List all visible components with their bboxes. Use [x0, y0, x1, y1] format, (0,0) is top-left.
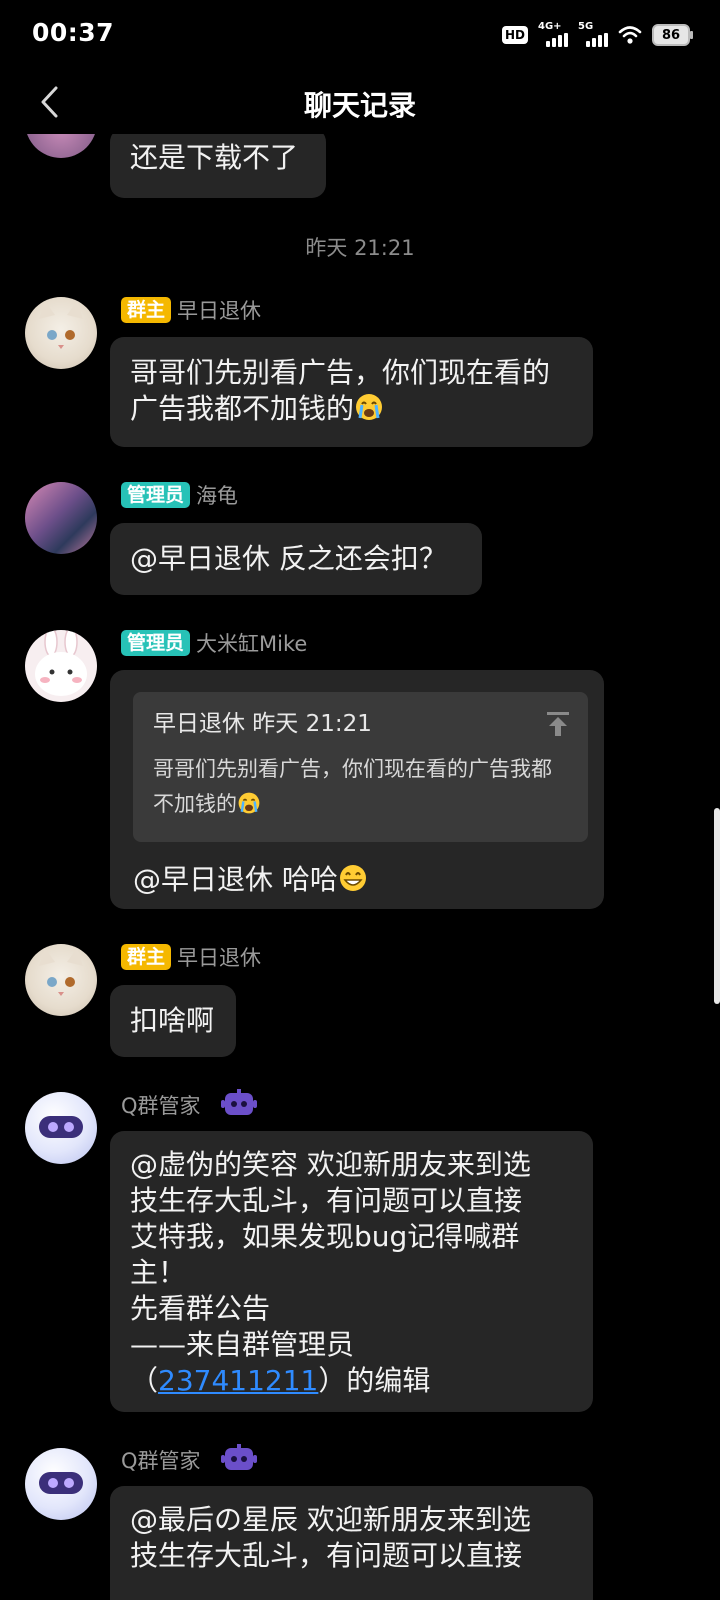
- message-timestamp: 昨天 21:21: [305, 236, 415, 260]
- sender-name[interactable]: 早日退休: [177, 942, 261, 972]
- crying-emoji-icon: [237, 791, 261, 826]
- sender-info: 群主 早日退休: [121, 296, 261, 324]
- message-line: 艾特我，如果发现bug记得喊群: [130, 1220, 520, 1253]
- bot-icon: [220, 1444, 257, 1476]
- cat-face-icon: [39, 948, 83, 996]
- message-line: ——来自群管理员: [130, 1328, 355, 1361]
- message-line: 技生存大乱斗，有问题可以直接: [130, 1539, 523, 1572]
- wifi-icon: [618, 26, 642, 44]
- message-text: 扣啥啊: [130, 1004, 215, 1037]
- owner-badge: 群主: [121, 297, 172, 323]
- owner-badge: 群主: [121, 944, 172, 970]
- message-line: （237411211）的编辑: [130, 1364, 431, 1397]
- sender-info: 管理员 海龟: [121, 481, 238, 509]
- message-bubble[interactable]: 扣啥啊: [110, 985, 236, 1057]
- bot-icon: [220, 1089, 257, 1121]
- bunny-face-icon: [35, 630, 87, 696]
- sender-info: 群主 早日退休: [121, 943, 261, 971]
- avatar-bunny[interactable]: [25, 630, 97, 702]
- quoted-message[interactable]: 早日退休 昨天 21:21 哥哥们先别看广告，你们现在看的广告我都不加钱的: [133, 692, 588, 842]
- admin-id-link[interactable]: 237411211: [158, 1364, 318, 1397]
- signal-4g-icon: 4G+: [538, 21, 568, 47]
- message-line: 技生存大乱斗，有问题可以直接: [130, 1184, 523, 1217]
- page-title: 聊天记录: [303, 89, 416, 122]
- status-time: 00:37: [32, 18, 115, 47]
- message-line: 主！: [130, 1256, 187, 1289]
- avatar[interactable]: [25, 134, 97, 158]
- admin-badge: 管理员: [121, 482, 191, 508]
- message-bubble[interactable]: @最后の星辰 欢迎新朋友来到选 技生存大乱斗，有问题可以直接: [110, 1486, 593, 1600]
- admin-badge: 管理员: [121, 630, 191, 656]
- message-line: @最后の星辰 欢迎新朋友来到选: [130, 1503, 531, 1536]
- robot-face-icon: [39, 1116, 83, 1138]
- avatar-anime[interactable]: [25, 482, 97, 554]
- sender-name[interactable]: Q群管家: [121, 1090, 201, 1120]
- sender-name[interactable]: Q群管家: [121, 1445, 201, 1475]
- sender-name[interactable]: 大米缸Mike: [196, 628, 307, 658]
- sender-info: Q群管家: [121, 1444, 257, 1476]
- message-text: @早日退休 反之还会扣？: [130, 542, 447, 575]
- hd-icon: HD: [501, 26, 528, 44]
- sender-info: Q群管家: [121, 1089, 257, 1121]
- message-bubble[interactable]: @早日退休 反之还会扣？: [110, 523, 482, 595]
- chat-history[interactable]: 还是下载不了 昨天 21:21 群主 早日退休 哥哥们先别看广告，你们现在看的广…: [0, 134, 720, 1600]
- avatar-cat[interactable]: [25, 944, 97, 1016]
- message-bubble[interactable]: 早日退休 昨天 21:21 哥哥们先别看广告，你们现在看的广告我都不加钱的 @早…: [110, 670, 604, 909]
- message-bubble[interactable]: 哥哥们先别看广告，你们现在看的广告我都不加钱的: [110, 337, 593, 447]
- message-bubble[interactable]: @虚伪的笑容 欢迎新朋友来到选 技生存大乱斗，有问题可以直接 艾特我，如果发现b…: [110, 1131, 593, 1412]
- sender-info: 管理员 大米缸Mike: [121, 629, 307, 657]
- avatar-bot[interactable]: [25, 1448, 97, 1520]
- avatar-bot[interactable]: [25, 1092, 97, 1164]
- scrollbar[interactable]: [714, 808, 720, 1004]
- message-bubble[interactable]: 还是下载不了: [110, 134, 326, 198]
- sender-name[interactable]: 海龟: [196, 480, 238, 510]
- message-line: 先看群公告: [130, 1292, 271, 1325]
- status-bar: 00:37 HD 4G+ 5G 86: [0, 0, 720, 70]
- sender-name[interactable]: 早日退休: [177, 295, 261, 325]
- status-icons: HD 4G+ 5G 86: [501, 21, 693, 48]
- jump-to-top-icon[interactable]: [546, 710, 570, 746]
- message-text: 还是下载不了: [130, 141, 299, 174]
- message-line: @虚伪的笑容 欢迎新朋友来到选: [130, 1148, 531, 1181]
- nav-header: 聊天记录: [0, 70, 720, 134]
- quote-text: 哥哥们先别看广告，你们现在看的广告我都不加钱的: [153, 752, 568, 826]
- cat-face-icon: [39, 301, 83, 349]
- signal-5g-icon: 5G: [578, 21, 608, 47]
- crying-emoji-icon: [354, 392, 384, 431]
- battery-icon: 86: [652, 24, 693, 46]
- avatar-cat[interactable]: [25, 297, 97, 369]
- quote-header: 早日退休 昨天 21:21: [153, 711, 372, 737]
- grinning-emoji-icon: [338, 863, 368, 902]
- message-text: 哥哥们先别看广告，你们现在看的广告我都不加钱的: [130, 356, 551, 425]
- robot-face-icon: [39, 1472, 83, 1494]
- message-text: @早日退休 哈哈: [133, 863, 338, 896]
